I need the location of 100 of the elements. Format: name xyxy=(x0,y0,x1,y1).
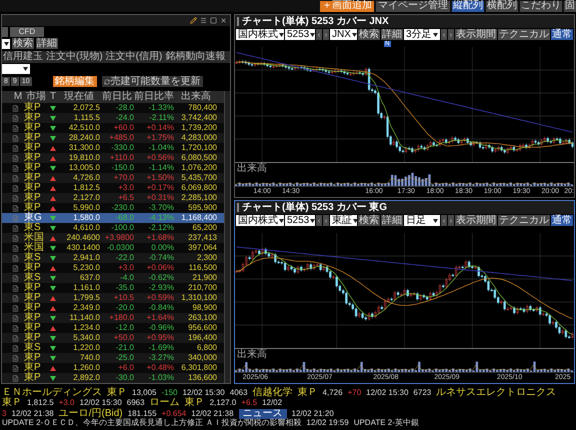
column-header[interactable]: 前日比 xyxy=(100,92,134,102)
memo-icon[interactable] xyxy=(12,194,19,202)
memo-icon[interactable] xyxy=(12,324,19,332)
memo-icon[interactable] xyxy=(12,364,19,372)
memo-icon[interactable] xyxy=(12,224,19,232)
memo-icon[interactable] xyxy=(12,374,19,382)
ticker-text: +6.5 xyxy=(241,398,258,406)
next-button[interactable] xyxy=(448,215,454,226)
table-cell-text: 6,080,500 xyxy=(180,154,218,162)
column-header[interactable]: 前日比率 xyxy=(134,92,174,102)
category-button[interactable]: CFD xyxy=(10,26,44,37)
search-button[interactable]: 検索 xyxy=(358,29,380,40)
memo-icon[interactable] xyxy=(12,254,19,262)
detail-button[interactable]: 詳細 xyxy=(381,215,403,226)
column-header[interactable]: T xyxy=(48,92,58,102)
memo-icon[interactable] xyxy=(12,344,19,352)
detail-button[interactable]: 詳細 xyxy=(36,38,58,50)
detail-button[interactable]: 詳細 xyxy=(381,29,403,40)
pencil-icon[interactable] xyxy=(190,16,197,24)
layout-button[interactable]: 横配列 xyxy=(486,0,518,12)
technical-button[interactable]: テクニカル xyxy=(498,29,550,40)
market-select[interactable]: 国内株式 xyxy=(236,215,284,226)
column-header[interactable]: 出来高 xyxy=(174,92,218,102)
list-select-field[interactable] xyxy=(2,64,30,74)
table-cell-text: 1,799.5 xyxy=(72,294,100,302)
interval-select[interactable]: 3分足 xyxy=(404,29,440,40)
code-field[interactable]: 5253 xyxy=(285,29,315,40)
memo-icon[interactable] xyxy=(12,234,19,242)
refresh-button[interactable]: 売建可能数量を更新 xyxy=(102,76,203,88)
tab[interactable]: 注文中(現物) xyxy=(45,51,104,62)
column-header[interactable]: 現在値 xyxy=(58,92,100,102)
table-cell-text: -0.62% xyxy=(148,274,174,282)
table-cell-text: +0.31% xyxy=(146,194,174,202)
ticker-text: ローム xyxy=(150,398,180,408)
caret-icon xyxy=(23,67,28,72)
news-label[interactable]: ニュース xyxy=(238,408,287,418)
table-cell-text: 65,200 xyxy=(192,224,218,232)
memo-icon[interactable] xyxy=(12,314,19,322)
previous-button[interactable] xyxy=(316,215,322,226)
table-cell-text: 240.4600 xyxy=(66,234,100,242)
memo-icon[interactable] xyxy=(12,184,19,192)
previous-button[interactable] xyxy=(441,29,447,40)
period-button[interactable]: 表示期間 xyxy=(455,215,497,226)
mode-button[interactable]: 通常 xyxy=(551,29,573,40)
table-cell-text: -100.0 xyxy=(110,224,134,232)
table-cell-text: -4.0 xyxy=(119,274,134,282)
mode-button[interactable]: 通常 xyxy=(551,215,573,226)
memo-icon[interactable] xyxy=(12,174,19,182)
layout-button[interactable]: 縦配列 xyxy=(452,0,484,12)
search-button[interactable]: 検索 xyxy=(12,38,34,50)
exchange-select[interactable]: JNX xyxy=(330,29,357,40)
ticker-text: 東Ｐ xyxy=(298,388,318,398)
caret-icon xyxy=(352,32,357,36)
column-header[interactable]: M xyxy=(12,92,24,102)
maximize-icon[interactable] xyxy=(210,16,217,24)
memo-icon[interactable] xyxy=(12,304,19,312)
next-button[interactable] xyxy=(448,29,454,40)
exchange-select[interactable]: 東証 xyxy=(330,215,357,226)
table-cell-text: 東P xyxy=(24,373,42,384)
market-select[interactable]: 国内株式 xyxy=(236,29,284,40)
search-button[interactable]: 検索 xyxy=(358,215,380,226)
next-button[interactable] xyxy=(323,29,329,40)
technical-button[interactable]: テクニカル xyxy=(498,215,550,226)
memo-icon[interactable] xyxy=(12,274,19,282)
memo-icon[interactable] xyxy=(12,154,19,162)
memo-icon[interactable] xyxy=(12,144,19,152)
memo-icon[interactable] xyxy=(12,124,19,132)
interval-select[interactable]: 日足 xyxy=(404,215,440,226)
column-header[interactable]: 市場 xyxy=(24,92,48,102)
menu-icon[interactable] xyxy=(200,16,207,24)
memo-icon[interactable] xyxy=(12,114,19,122)
ticker-text: 3 xyxy=(2,410,6,418)
memo-icon[interactable] xyxy=(12,294,19,302)
memo-icon[interactable] xyxy=(12,264,19,272)
memo-icon[interactable] xyxy=(12,284,19,292)
memo-icon[interactable] xyxy=(12,204,19,212)
memo-icon[interactable] xyxy=(12,244,19,252)
next-button[interactable] xyxy=(323,215,329,226)
tab[interactable]: 注文中(信用) xyxy=(104,51,164,62)
memo-icon[interactable] xyxy=(12,334,19,342)
layout-button[interactable]: こだわり xyxy=(520,0,562,12)
previous-button[interactable] xyxy=(316,29,322,40)
previous-button[interactable] xyxy=(441,215,447,226)
layout-button[interactable]: 固 xyxy=(564,0,576,12)
period-button[interactable]: 表示期間 xyxy=(455,29,497,40)
table-row[interactable]: 東P 2,892.0 -30.0 -1.03% 136,600 xyxy=(2,373,224,384)
scrollbar[interactable] xyxy=(224,91,230,384)
memo-icon[interactable] xyxy=(12,134,19,142)
close-icon[interactable] xyxy=(220,16,227,24)
manage-button[interactable]: マイページ管理 xyxy=(376,0,450,12)
table-cell-text: 2,300 xyxy=(196,254,218,262)
memo-icon[interactable] xyxy=(12,354,19,362)
code-field[interactable]: 5253 xyxy=(285,215,315,226)
tab[interactable]: 信用建玉 xyxy=(2,51,44,62)
memo-icon[interactable] xyxy=(12,104,19,112)
select-field[interactable] xyxy=(2,38,10,49)
tab[interactable]: 銘柄動向速報 xyxy=(164,51,226,62)
memo-icon[interactable] xyxy=(12,164,19,172)
table-cell-text: +3.9800 xyxy=(104,234,134,242)
table-cell-text: 13,005.0 xyxy=(68,164,100,172)
